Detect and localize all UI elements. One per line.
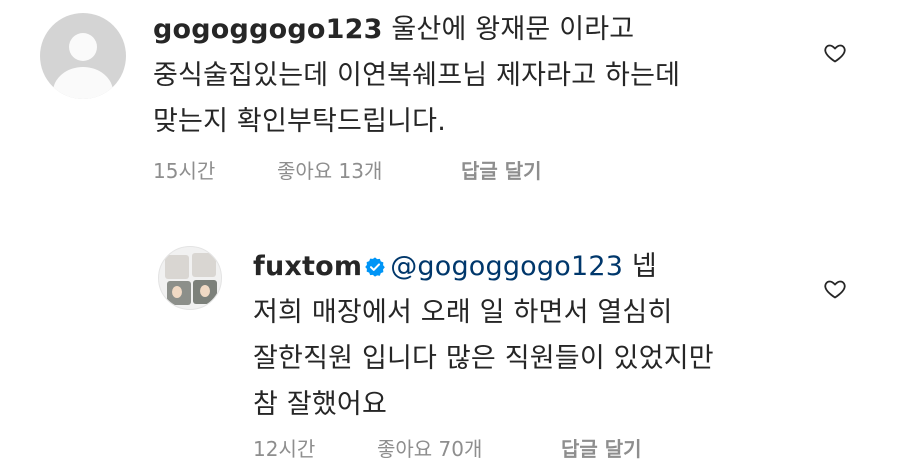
comment-1-reply-button[interactable]: 답글 달기: [461, 155, 542, 184]
comment-1-time[interactable]: 15시간: [153, 155, 215, 184]
comment-2-mention-link[interactable]: @gogoggogo123: [390, 251, 623, 282]
comment-2-time[interactable]: 12시간: [253, 433, 315, 462]
comment-1-text-line-2: 중식술집있는데 이연복쉐프님 제자라고 하는데: [153, 60, 681, 91]
default-avatar[interactable]: [40, 13, 126, 99]
avatar-photo-tile: [192, 253, 216, 277]
avatar-body-shape: [53, 67, 113, 99]
verified-badge-icon: [365, 257, 385, 277]
comment-1-username[interactable]: gogoggogo123: [153, 14, 383, 45]
comment-1-text-line-1: 울산에 왕재문 이라고: [391, 14, 635, 45]
heart-outline-icon[interactable]: [822, 277, 848, 301]
comment-1-text-line-3: 맞는지 확인부탁드립니다.: [153, 106, 447, 137]
comment-1-line-1: gogoggogo123 울산에 왕재문 이라고: [153, 7, 634, 53]
heart-outline-icon[interactable]: [822, 41, 848, 65]
comment-2-text-line-4: 참 잘했어요: [253, 389, 387, 420]
comment-1-likes[interactable]: 좋아요 13개: [277, 155, 382, 184]
avatar-photo-tile: [165, 255, 189, 279]
avatar-photo-face: [172, 286, 182, 298]
comment-2-line-1: fuxtom @gogoggogo123 넵: [253, 244, 657, 290]
comment-2-likes[interactable]: 좋아요 70개: [377, 433, 482, 462]
fuxtom-avatar[interactable]: [158, 246, 222, 310]
comment-2-text-line-3: 잘한직원 입니다 많은 직원들이 있었지만: [253, 343, 714, 374]
comment-2-username[interactable]: fuxtom: [253, 251, 362, 282]
comment-2-text-line-1: 넵: [631, 251, 657, 282]
avatar-photo-face: [200, 285, 210, 297]
avatar-head-shape: [69, 33, 97, 61]
comment-2-reply-button[interactable]: 답글 달기: [561, 433, 642, 462]
comment-2-text-line-2: 저희 매장에서 오래 일 하면서 열심히: [253, 297, 673, 328]
